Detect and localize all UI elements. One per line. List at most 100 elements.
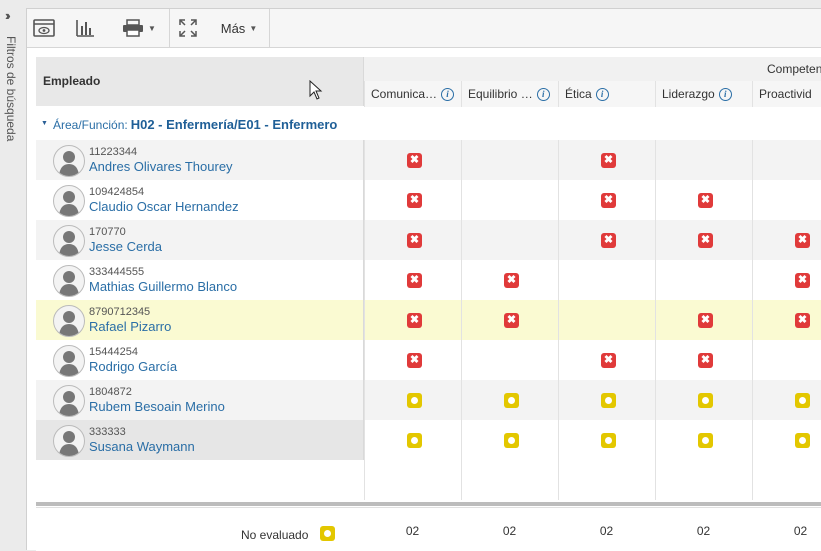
evaluation-cell[interactable]: ✖ (364, 180, 462, 220)
not-met-icon[interactable]: ✖ (698, 353, 713, 368)
not-met-icon[interactable]: ✖ (601, 233, 616, 248)
fullscreen-button[interactable] (171, 9, 205, 47)
evaluation-cell[interactable] (461, 340, 559, 380)
evaluation-cell[interactable] (558, 260, 656, 300)
evaluation-cell[interactable]: ✖ (364, 340, 462, 380)
employee-row[interactable]: 1804872 Rubem Besoain Merino (36, 380, 364, 420)
not-evaluated-icon[interactable] (795, 433, 810, 448)
not-met-icon[interactable]: ✖ (698, 193, 713, 208)
evaluation-cell[interactable]: ✖ (364, 300, 462, 340)
employee-name-link[interactable]: Rubem Besoain Merino (89, 399, 225, 414)
search-filters-sidebar[interactable]: ›› Filtros de búsqueda (0, 0, 24, 550)
employee-column-header[interactable]: Empleado (36, 57, 364, 106)
not-evaluated-icon[interactable] (504, 393, 519, 408)
not-met-icon[interactable]: ✖ (504, 273, 519, 288)
not-evaluated-icon[interactable] (698, 393, 713, 408)
competency-column-header[interactable]: Ética i (558, 81, 656, 107)
evaluation-cell[interactable] (558, 300, 656, 340)
evaluation-cell[interactable]: ✖ (558, 180, 656, 220)
evaluation-cell[interactable] (364, 380, 462, 420)
print-button[interactable]: ▼ (111, 9, 167, 47)
evaluation-cell[interactable]: ✖ (461, 300, 559, 340)
info-icon[interactable]: i (441, 88, 455, 102)
not-met-icon[interactable]: ✖ (698, 233, 713, 248)
info-icon[interactable]: i (718, 88, 732, 102)
evaluation-cell[interactable] (752, 180, 821, 220)
evaluation-cell[interactable]: ✖ (364, 220, 462, 260)
double-chevron-right-icon[interactable]: ›› (5, 8, 10, 23)
evaluation-cell[interactable]: ✖ (364, 140, 462, 180)
horizontal-scrollbar[interactable] (36, 502, 821, 506)
info-icon[interactable]: i (595, 88, 609, 102)
not-met-icon[interactable]: ✖ (407, 273, 422, 288)
evaluation-cell[interactable]: ✖ (752, 220, 821, 260)
employee-row[interactable]: 8790712345 Rafael Pizarro (36, 300, 364, 340)
print-dropdown-caret-icon[interactable]: ▼ (148, 24, 156, 33)
competency-column-header[interactable]: Liderazgo i (655, 81, 753, 107)
evaluation-cell[interactable] (655, 420, 753, 460)
competency-column-header[interactable]: Equilibrio … i (461, 81, 559, 107)
employee-name-link[interactable]: Mathias Guillermo Blanco (89, 279, 237, 294)
not-evaluated-icon[interactable] (601, 393, 616, 408)
not-met-icon[interactable]: ✖ (407, 353, 422, 368)
employee-name-link[interactable]: Andres Olivares Thourey (89, 159, 233, 174)
employee-row[interactable]: 11223344 Andres Olivares Thourey (36, 140, 364, 180)
evaluation-cell[interactable] (752, 380, 821, 420)
evaluation-cell[interactable]: ✖ (558, 140, 656, 180)
evaluation-cell[interactable]: ✖ (752, 300, 821, 340)
not-met-icon[interactable]: ✖ (698, 313, 713, 328)
evaluation-cell[interactable] (461, 140, 559, 180)
view-button[interactable] (27, 9, 61, 47)
employee-name-link[interactable]: Claudio Oscar Hernandez (89, 199, 239, 214)
competency-column-header[interactable]: Proactivid (752, 81, 821, 107)
employee-name-link[interactable]: Rafael Pizarro (89, 319, 171, 334)
competency-column-header[interactable]: Comunica… i (364, 81, 462, 107)
evaluation-cell[interactable]: ✖ (752, 260, 821, 300)
not-evaluated-icon[interactable] (601, 433, 616, 448)
employee-row[interactable]: 170770 Jesse Cerda (36, 220, 364, 260)
evaluation-cell[interactable] (752, 140, 821, 180)
not-met-icon[interactable]: ✖ (407, 233, 422, 248)
evaluation-cell[interactable] (461, 180, 559, 220)
not-met-icon[interactable]: ✖ (407, 153, 422, 168)
not-met-icon[interactable]: ✖ (407, 193, 422, 208)
not-evaluated-icon[interactable] (407, 393, 422, 408)
not-met-icon[interactable]: ✖ (601, 153, 616, 168)
not-met-icon[interactable]: ✖ (504, 313, 519, 328)
employee-row[interactable]: 109424854 Claudio Oscar Hernandez (36, 180, 364, 220)
employee-row[interactable]: 15444254 Rodrigo García (36, 340, 364, 380)
not-met-icon[interactable]: ✖ (795, 313, 810, 328)
evaluation-cell[interactable] (461, 380, 559, 420)
evaluation-cell[interactable] (655, 260, 753, 300)
employee-name-link[interactable]: Jesse Cerda (89, 239, 162, 254)
not-met-icon[interactable]: ✖ (795, 273, 810, 288)
evaluation-cell[interactable]: ✖ (558, 220, 656, 260)
evaluation-cell[interactable]: ✖ (461, 260, 559, 300)
not-evaluated-icon[interactable] (698, 433, 713, 448)
not-evaluated-icon[interactable] (407, 433, 422, 448)
not-evaluated-icon[interactable] (795, 393, 810, 408)
evaluation-cell[interactable]: ✖ (655, 180, 753, 220)
evaluation-cell[interactable] (461, 420, 559, 460)
employee-row[interactable]: 333333 Susana Waymann (36, 420, 364, 460)
evaluation-cell[interactable] (364, 420, 462, 460)
group-row[interactable]: ▼ Área/Función: H02 - Enfermería/E01 - En… (36, 106, 364, 140)
not-evaluated-icon[interactable] (504, 433, 519, 448)
evaluation-cell[interactable] (752, 340, 821, 380)
more-menu-button[interactable]: Más ▼ (211, 9, 267, 47)
evaluation-cell[interactable] (558, 420, 656, 460)
chart-button[interactable] (65, 9, 105, 47)
not-met-icon[interactable]: ✖ (407, 313, 422, 328)
not-met-icon[interactable]: ✖ (601, 193, 616, 208)
evaluation-cell[interactable]: ✖ (558, 340, 656, 380)
evaluation-cell[interactable] (752, 420, 821, 460)
evaluation-cell[interactable] (655, 140, 753, 180)
evaluation-cell[interactable] (655, 380, 753, 420)
info-icon[interactable]: i (536, 88, 550, 102)
evaluation-cell[interactable] (461, 220, 559, 260)
evaluation-cell[interactable]: ✖ (655, 220, 753, 260)
employee-name-link[interactable]: Susana Waymann (89, 439, 195, 454)
employee-name-link[interactable]: Rodrigo García (89, 359, 177, 374)
not-met-icon[interactable]: ✖ (795, 233, 810, 248)
evaluation-cell[interactable]: ✖ (655, 340, 753, 380)
